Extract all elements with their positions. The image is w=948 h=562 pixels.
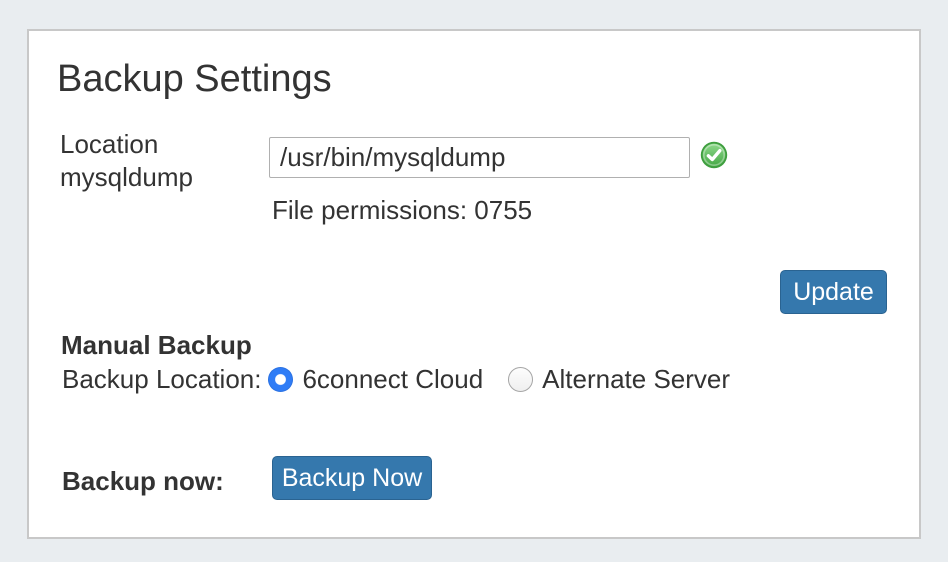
backup-now-label: Backup now:: [62, 466, 224, 497]
page-title: Backup Settings: [57, 59, 332, 101]
file-permissions-text: File permissions: 0755: [272, 195, 532, 226]
backup-location-row: Backup Location: 6connect Cloud Alternat…: [62, 364, 730, 394]
backup-location-label: Backup Location:: [62, 364, 261, 395]
location-mysqldump-label: Location mysqldump: [60, 128, 240, 194]
manual-backup-heading: Manual Backup: [61, 330, 252, 361]
radio-alternate-server-label[interactable]: Alternate Server: [542, 364, 730, 395]
radio-6connect-cloud[interactable]: [268, 367, 293, 392]
success-check-icon: [700, 141, 728, 169]
location-mysqldump-input[interactable]: [269, 137, 690, 178]
backup-settings-panel: Backup Settings Location mysqldump File …: [27, 29, 921, 539]
radio-alternate-server[interactable]: [508, 367, 533, 392]
radio-6connect-cloud-label[interactable]: 6connect Cloud: [302, 364, 483, 395]
backup-now-button[interactable]: Backup Now: [272, 456, 432, 500]
update-button[interactable]: Update: [780, 270, 887, 314]
